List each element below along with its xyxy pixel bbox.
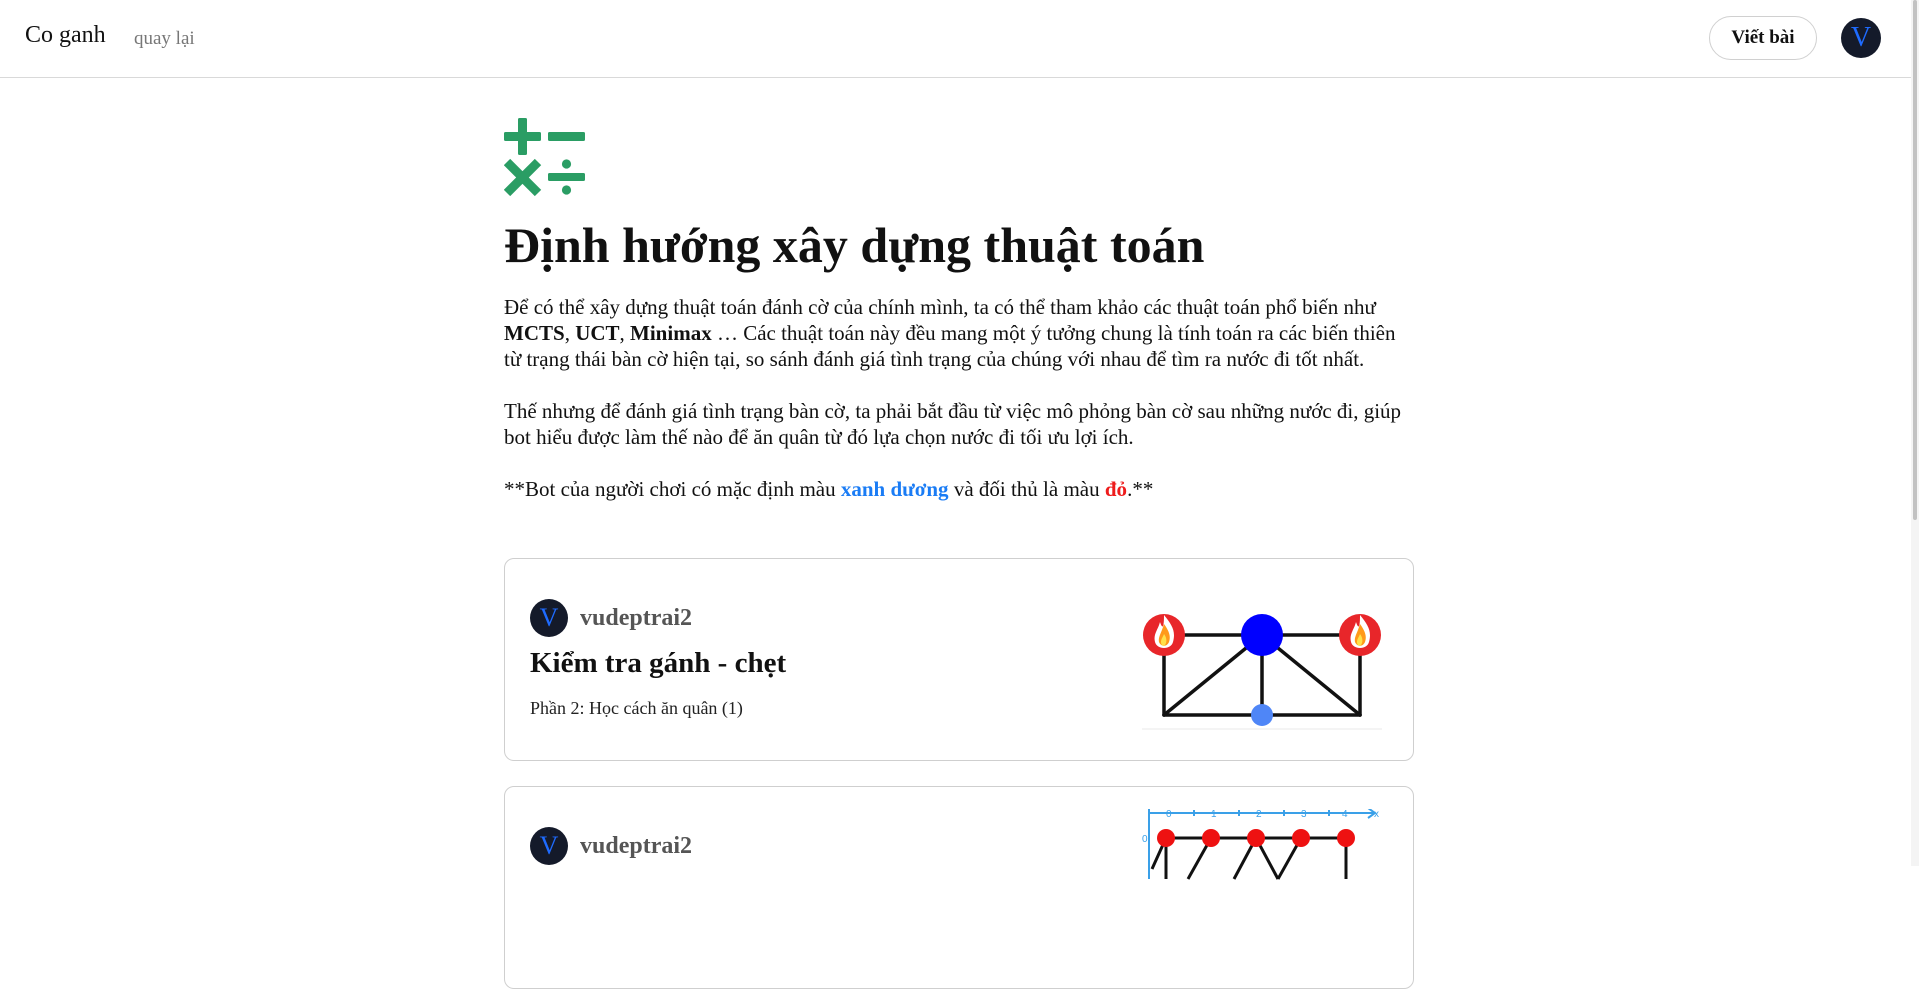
- scrollbar-thumb[interactable]: [1913, 0, 1917, 520]
- author-name: vudeptrai2: [580, 604, 693, 631]
- uct-term: UCT: [575, 321, 620, 345]
- axis-label-y0: 0: [1142, 834, 1148, 845]
- intro-paragraph: Để có thể xây dựng thuật toán đánh cờ củ…: [504, 295, 1396, 371]
- board-coordinate-diagram-thumbnail: 0 1 2 3 4 x 0: [1142, 809, 1379, 880]
- ganh-chet-diagram-thumbnail: [1142, 614, 1382, 730]
- axis-label-3: 3: [1301, 809, 1307, 820]
- write-post-button[interactable]: Viết bài: [1709, 16, 1817, 60]
- axis-label-2: 2: [1256, 809, 1262, 820]
- post-card[interactable]: V vudeptrai2 Kiểm tra gánh - chẹt Phần 2…: [504, 558, 1414, 761]
- simulation-paragraph: Thế nhưng để đánh giá tình trạng bàn cờ,…: [504, 399, 1402, 449]
- author-avatar: V: [530, 827, 568, 865]
- card-author: V vudeptrai2: [530, 599, 692, 637]
- card-title: Kiểm tra gánh - chẹt: [530, 647, 787, 679]
- user-avatar[interactable]: V: [1841, 18, 1881, 58]
- opponent-color-text: đỏ: [1104, 477, 1128, 501]
- author-name: vudeptrai2: [580, 832, 693, 859]
- math-operators-icon: [504, 118, 585, 197]
- player-color-text: xanh dương: [840, 477, 949, 501]
- article-title: Định hướng xây dựng thuật toán: [504, 217, 1205, 273]
- fire-icon: [1339, 614, 1381, 656]
- card-subtitle: Phần 2: Học cách ăn quân (1): [530, 698, 743, 718]
- article-body: Định hướng xây dựng thuật toán Để có thể…: [504, 118, 1414, 502]
- color-note-paragraph: **Bot của người chơi có mặc định màu xan…: [504, 477, 1154, 501]
- card-author: V vudeptrai2: [530, 827, 692, 865]
- top-navigation-bar: Co ganh quay lại Viết bài V: [0, 0, 1919, 78]
- author-avatar: V: [530, 599, 568, 637]
- axis-label-0: 0: [1166, 809, 1172, 820]
- post-card[interactable]: V vudeptrai2 0 1 2 3 4 x 0: [504, 786, 1414, 989]
- axis-label-x: x: [1374, 809, 1379, 820]
- axis-label-1: 1: [1211, 809, 1217, 820]
- brand-link[interactable]: Co ganh: [25, 22, 106, 49]
- back-link[interactable]: quay lại: [134, 28, 195, 50]
- fire-icon: [1143, 614, 1185, 656]
- minimax-term: Minimax: [630, 321, 712, 345]
- mcts-term: MCTS: [504, 321, 565, 345]
- axis-label-4: 4: [1342, 809, 1348, 820]
